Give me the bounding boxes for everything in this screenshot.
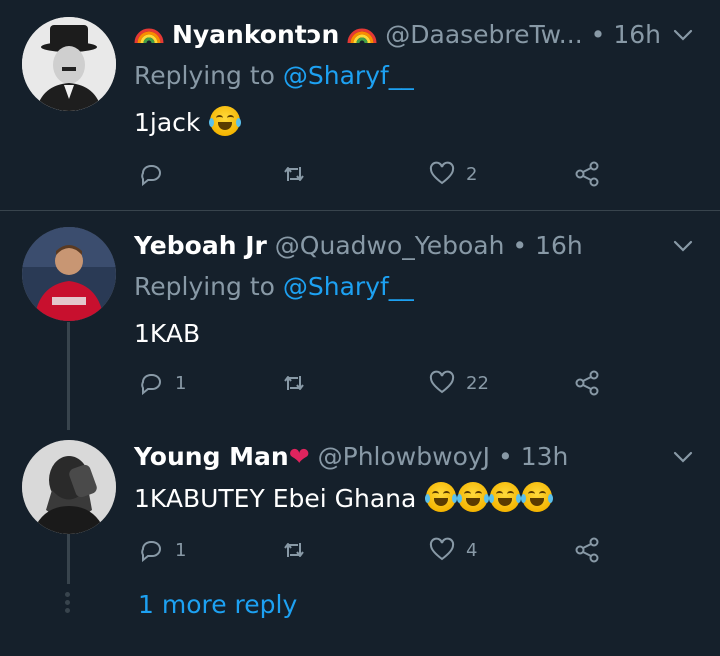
separator-dot: • <box>590 20 606 49</box>
thread-line <box>67 322 70 430</box>
display-name[interactable]: Young Man <box>134 442 289 471</box>
tweet-text: 1KAB <box>134 319 201 348</box>
replying-to: Replying to @Sharyf__ <box>134 272 414 301</box>
like-button[interactable]: 4 <box>428 536 477 564</box>
tweet-actions: 2 <box>0 160 720 190</box>
display-name[interactable]: Yeboah Jr <box>134 231 267 260</box>
replying-to: Replying to @Sharyf__ <box>134 61 414 90</box>
reply-count: 1 <box>175 372 187 394</box>
tears-of-joy-emoji <box>521 482 554 512</box>
thread-continuation-dots <box>64 592 72 616</box>
tears-of-joy-emoji <box>209 106 242 136</box>
retweet-icon <box>284 376 304 390</box>
reply-icon <box>141 541 161 563</box>
tweet-text: 1jack <box>134 106 242 137</box>
share-icon <box>575 161 599 187</box>
like-count: 22 <box>466 372 489 394</box>
tweet-header: Young Man❤ @PhlowbwoyJ • 13h <box>134 442 568 472</box>
reply-icon <box>141 374 161 396</box>
mention-link[interactable]: @Sharyf__ <box>283 272 414 301</box>
rainbow-flag-emoji <box>347 22 377 44</box>
retweet-button[interactable] <box>280 536 308 564</box>
retweet-button[interactable] <box>280 160 308 188</box>
user-handle[interactable]: @PhlowbwoyJ <box>318 442 490 471</box>
replying-prefix: Replying to <box>134 61 283 90</box>
like-count: 4 <box>466 539 478 561</box>
tweet-actions: 1 4 <box>0 536 720 566</box>
tweet-text-content: 1jack <box>134 108 201 137</box>
like-icon <box>429 537 455 561</box>
timestamp[interactable]: 16h <box>535 231 583 260</box>
tears-of-joy-emoji <box>425 482 458 512</box>
tweet-3[interactable]: Young Man❤ @PhlowbwoyJ • 13h 1KABUTEY Eb… <box>0 426 720 656</box>
replying-prefix: Replying to <box>134 272 283 301</box>
timestamp[interactable]: 16h <box>613 20 661 49</box>
share-button[interactable] <box>573 369 601 397</box>
thread-line <box>67 534 70 584</box>
tweet-actions: 1 22 <box>0 369 720 399</box>
tweet-header: Yeboah Jr @Quadwo_Yeboah • 16h <box>134 231 583 261</box>
mention-link[interactable]: @Sharyf__ <box>283 61 414 90</box>
reply-button[interactable]: 1 <box>137 536 186 564</box>
tweet-text-content: 1KABUTEY Ebei Ghana <box>134 484 417 513</box>
rainbow-flag-emoji <box>134 22 164 44</box>
display-name[interactable]: Nyankontɔn <box>172 20 339 49</box>
separator-dot: • <box>512 231 528 260</box>
like-icon <box>429 161 455 185</box>
like-button[interactable]: 2 <box>428 160 477 188</box>
retweet-icon <box>284 167 304 181</box>
user-handle[interactable]: @Quadwo_Yeboah <box>275 231 505 260</box>
tweet-text: 1KABUTEY Ebei Ghana <box>134 482 554 513</box>
retweet-button[interactable] <box>280 369 308 397</box>
like-button[interactable]: 22 <box>428 369 489 397</box>
retweet-icon <box>284 543 304 557</box>
chevron-down-icon[interactable] <box>672 235 694 257</box>
reply-count: 1 <box>175 539 187 561</box>
user-handle[interactable]: @DaasebreTw... <box>385 20 582 49</box>
timestamp[interactable]: 13h <box>521 442 569 471</box>
share-button[interactable] <box>573 160 601 188</box>
tweet-header: Nyankontɔn @DaasebreTw... • 16h <box>134 20 661 50</box>
share-icon <box>575 537 599 563</box>
share-icon <box>575 370 599 396</box>
red-heart-emoji: ❤ <box>288 442 310 471</box>
chevron-down-icon[interactable] <box>672 446 694 468</box>
share-button[interactable] <box>573 536 601 564</box>
chevron-down-icon[interactable] <box>672 24 694 46</box>
tears-of-joy-emoji <box>457 482 490 512</box>
like-icon <box>429 370 455 394</box>
tweet-2[interactable]: Yeboah Jr @Quadwo_Yeboah • 16h Replying … <box>0 211 720 426</box>
reply-icon <box>141 165 161 187</box>
separator-dot: • <box>497 442 513 471</box>
reply-button[interactable] <box>137 160 175 188</box>
avatar[interactable] <box>22 17 116 111</box>
more-replies-link[interactable]: 1 more reply <box>138 590 297 619</box>
avatar[interactable] <box>22 440 116 534</box>
reply-button[interactable]: 1 <box>137 369 186 397</box>
tweet-1[interactable]: Nyankontɔn @DaasebreTw... • 16h Replying… <box>0 0 720 210</box>
like-count: 2 <box>466 163 478 185</box>
tears-of-joy-emoji <box>489 482 522 512</box>
avatar[interactable] <box>22 227 116 321</box>
